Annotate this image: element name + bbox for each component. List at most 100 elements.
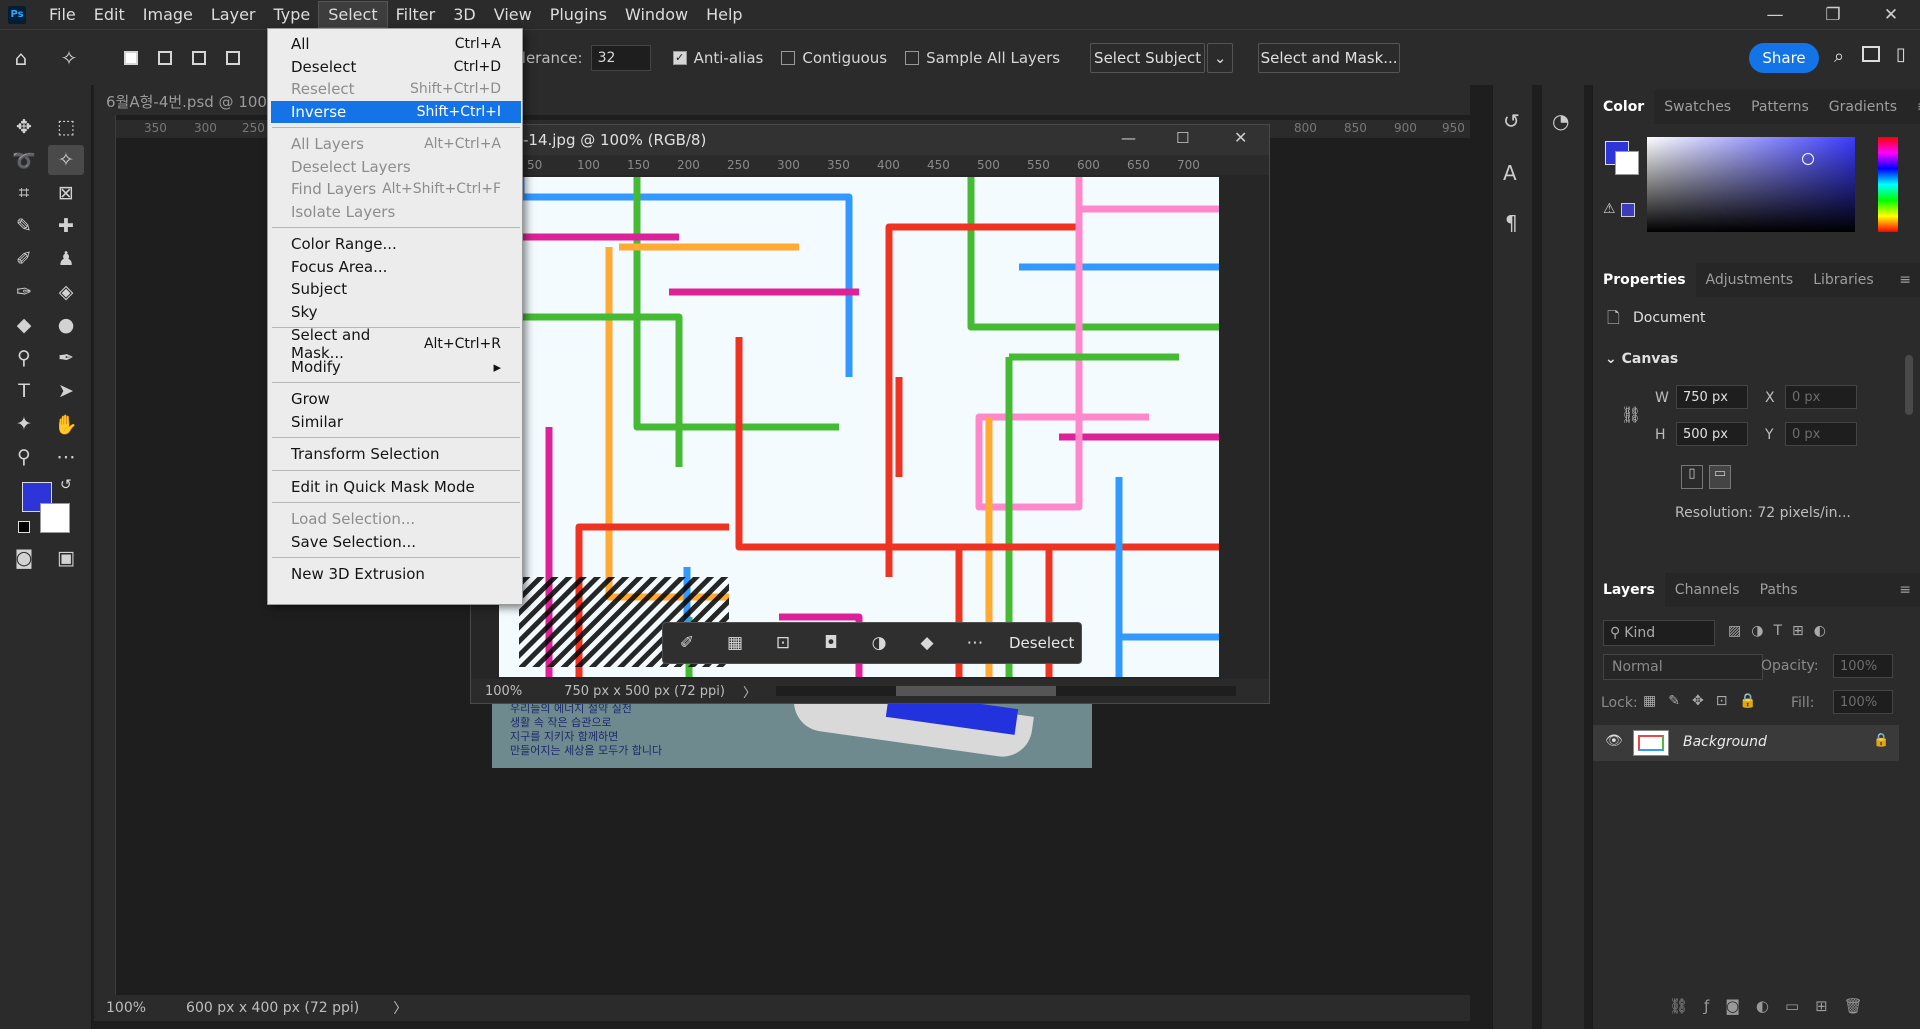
float-maximize-icon[interactable]: ☐ bbox=[1176, 129, 1189, 147]
screen-mode-icon[interactable]: ▣ bbox=[48, 543, 84, 573]
intersect-selection-icon[interactable] bbox=[220, 45, 246, 71]
share-button[interactable]: Share bbox=[1749, 43, 1819, 73]
menu-item-subject[interactable]: Subject bbox=[271, 278, 521, 300]
select-and-mask-button[interactable]: Select and Mask... bbox=[1258, 42, 1401, 73]
tab-color[interactable]: Color bbox=[1593, 90, 1655, 124]
pen-tool-icon[interactable]: ✒ bbox=[48, 343, 84, 373]
menu-item-all[interactable]: All Ctrl+A bbox=[271, 33, 521, 55]
gamut-warning-icon[interactable]: ⚠ bbox=[1603, 201, 1616, 217]
default-colors-icon[interactable] bbox=[18, 521, 30, 533]
select-subject-button[interactable]: Select Subject bbox=[1090, 42, 1206, 73]
transform-selection-icon[interactable]: ⊡ bbox=[759, 633, 807, 653]
layers-menu-icon[interactable]: ≡ bbox=[1889, 573, 1920, 607]
canvas[interactable] bbox=[499, 177, 1219, 677]
marquee-tool-icon[interactable]: ⬚ bbox=[48, 112, 84, 142]
move-tool-icon[interactable]: ✥ bbox=[6, 112, 42, 142]
menu-filter[interactable]: Filter bbox=[387, 2, 445, 27]
menu-edit[interactable]: Edit bbox=[85, 2, 134, 27]
layer-filter-icons[interactable]: ▨◑T⊞◐ bbox=[1728, 623, 1836, 639]
add-selection-icon[interactable] bbox=[152, 45, 178, 71]
menu-view[interactable]: View bbox=[485, 2, 541, 27]
blend-mode-select[interactable]: Normal bbox=[1603, 654, 1763, 680]
menu-item-modify[interactable]: Modify ▸ bbox=[271, 356, 521, 378]
tab-paths[interactable]: Paths bbox=[1750, 573, 1808, 607]
layers-bottom-icons[interactable]: ⛓ƒ◙◐▭⊞🗑 bbox=[1669, 997, 1879, 1015]
tab-channels[interactable]: Channels bbox=[1665, 573, 1750, 607]
menu-item-focus-area[interactable]: Focus Area... bbox=[271, 256, 521, 278]
hue-slider[interactable] bbox=[1878, 137, 1898, 232]
menu-item-deselect[interactable]: Deselect Ctrl+D bbox=[271, 56, 521, 78]
menu-item-edit-in-quick-mask-mode[interactable]: Edit in Quick Mask Mode bbox=[271, 476, 521, 498]
tab-gradients[interactable]: Gradients bbox=[1819, 90, 1907, 124]
character-icon[interactable]: A bbox=[1503, 161, 1517, 185]
sample-all-checkbox[interactable] bbox=[905, 50, 920, 65]
menu-item-transform-selection[interactable]: Transform Selection bbox=[271, 443, 521, 465]
menu-item-isolate-layers[interactable]: Isolate Layers bbox=[271, 201, 521, 223]
search-icon[interactable]: ⌕ bbox=[1834, 46, 1844, 67]
width-input[interactable]: 750 px bbox=[1676, 385, 1748, 409]
minimize-button[interactable]: — bbox=[1746, 5, 1804, 25]
menu-item-load-selection[interactable]: Load Selection... bbox=[271, 508, 521, 530]
menu-item-similar[interactable]: Similar bbox=[271, 411, 521, 433]
brush-tool-icon[interactable]: ✐ bbox=[6, 244, 42, 274]
new-selection-icon[interactable] bbox=[118, 45, 144, 71]
magic-wand-tool-icon[interactable]: ✧ bbox=[48, 145, 84, 175]
select-subject-dropdown[interactable]: ⌄ bbox=[1207, 42, 1234, 73]
adjustment-icon[interactable]: ◑ bbox=[855, 633, 903, 653]
main-zoom-level[interactable]: 100% bbox=[106, 1000, 146, 1016]
menu-layer[interactable]: Layer bbox=[202, 2, 265, 27]
restore-button[interactable]: ❐ bbox=[1804, 5, 1862, 25]
x-input[interactable]: 0 px bbox=[1785, 385, 1857, 409]
portrait-orientation-icon[interactable]: ▯ bbox=[1681, 465, 1703, 489]
float-zoom-level[interactable]: 100% bbox=[485, 684, 522, 699]
paint-bucket-icon[interactable]: ◆ bbox=[6, 310, 42, 340]
scrollbar-thumb[interactable] bbox=[896, 686, 1056, 696]
tab-adjustments[interactable]: Adjustments bbox=[1696, 263, 1804, 297]
properties-menu-icon[interactable]: ≡ bbox=[1889, 263, 1920, 297]
background-color-swatch[interactable] bbox=[40, 503, 70, 533]
panel-menu-icon[interactable]: ≡ bbox=[1907, 90, 1920, 124]
dodge-tool-icon[interactable]: ⚲ bbox=[6, 343, 42, 373]
menu-item-new-3d-extrusion[interactable]: New 3D Extrusion bbox=[271, 563, 521, 585]
menu-file[interactable]: File bbox=[40, 2, 85, 27]
frame-tool-icon[interactable]: ⊠ bbox=[48, 178, 84, 208]
tab-patterns[interactable]: Patterns bbox=[1741, 90, 1819, 124]
menu-item-select-and-mask[interactable]: Select and Mask... Alt+Ctrl+R bbox=[271, 326, 521, 362]
tab-layers[interactable]: Layers bbox=[1593, 573, 1665, 607]
link-dimensions-icon[interactable]: ⛓ bbox=[1621, 405, 1641, 424]
tolerance-input[interactable] bbox=[590, 44, 651, 71]
blur-tool-icon[interactable]: ● bbox=[48, 310, 84, 340]
menu-item-find-layers[interactable]: Find Layers Alt+Shift+Ctrl+F bbox=[271, 178, 521, 200]
float-minimize-icon[interactable]: — bbox=[1121, 129, 1136, 147]
learn-icon[interactable]: ◔ bbox=[1552, 109, 1569, 133]
zoom-tool-icon[interactable]: ⚲ bbox=[6, 442, 42, 472]
subtract-selection-icon[interactable] bbox=[186, 45, 212, 71]
menu-help[interactable]: Help bbox=[697, 2, 751, 27]
more-tools-icon[interactable]: ⋯ bbox=[48, 442, 84, 472]
float-close-icon[interactable]: ✕ bbox=[1234, 128, 1247, 147]
eraser-tool-icon[interactable]: ◈ bbox=[48, 277, 84, 307]
contiguous-checkbox[interactable] bbox=[781, 50, 796, 65]
tab-libraries[interactable]: Libraries bbox=[1803, 263, 1883, 297]
horizontal-scrollbar[interactable] bbox=[776, 686, 1236, 696]
panel-toggle-icon[interactable]: ▯ bbox=[1896, 44, 1906, 65]
menu-type[interactable]: Type bbox=[264, 2, 319, 27]
canvas-section-label[interactable]: ⌄ Canvas bbox=[1605, 351, 1678, 367]
menu-3d[interactable]: 3D bbox=[444, 2, 485, 27]
menu-select[interactable]: Select bbox=[318, 1, 388, 28]
hand-tool-icon[interactable]: ✋ bbox=[48, 409, 84, 439]
deselect-button[interactable]: Deselect bbox=[1009, 634, 1074, 652]
quick-mask-icon[interactable]: ◙ bbox=[6, 543, 42, 573]
menu-item-save-selection[interactable]: Save Selection... bbox=[271, 531, 521, 553]
properties-scrollbar[interactable] bbox=[1905, 355, 1913, 415]
fill-icon[interactable]: ◆ bbox=[903, 633, 951, 653]
floating-window-titlebar[interactable]: -14.jpg @ 100% (RGB/8) — ☐ ✕ bbox=[471, 125, 1269, 155]
path-select-icon[interactable]: ➤ bbox=[48, 376, 84, 406]
tab-properties[interactable]: Properties bbox=[1593, 263, 1696, 297]
float-status-arrow-icon[interactable]: 〉 bbox=[743, 682, 756, 701]
color-bg-swatch[interactable] bbox=[1615, 151, 1639, 175]
fill-input[interactable]: 100% bbox=[1833, 690, 1893, 714]
menu-item-inverse[interactable]: Inverse Shift+Ctrl+I bbox=[271, 100, 521, 123]
color-picker-cursor[interactable] bbox=[1802, 153, 1814, 165]
menu-item-reselect[interactable]: Reselect Shift+Ctrl+D bbox=[271, 78, 521, 100]
